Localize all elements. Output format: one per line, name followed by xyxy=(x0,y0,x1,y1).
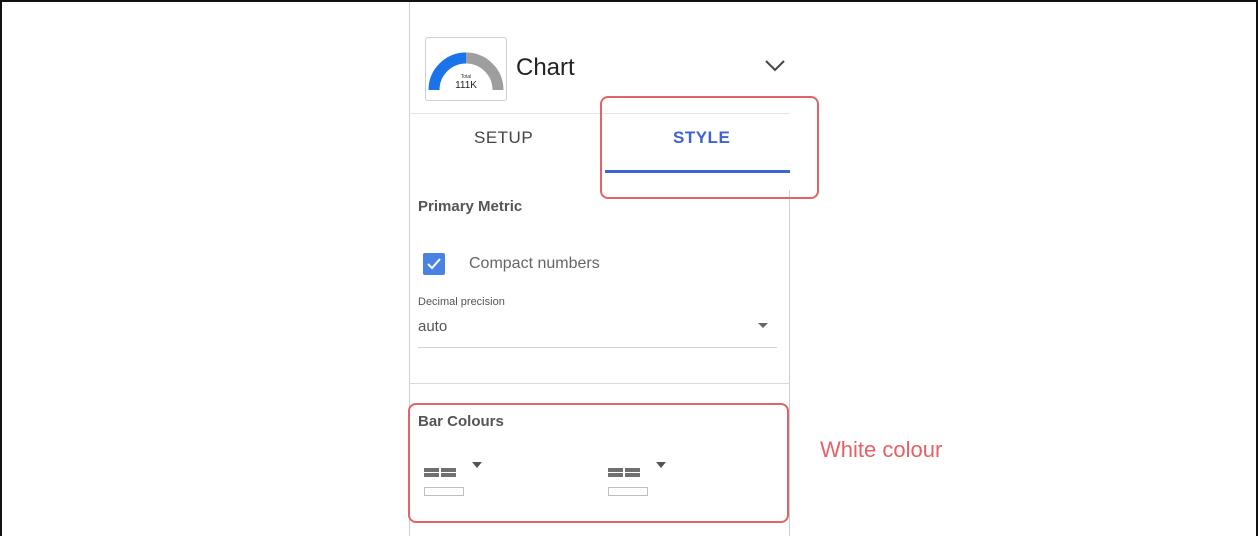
annotation-label: White colour xyxy=(820,437,943,462)
decimal-precision-select[interactable]: auto xyxy=(418,318,447,335)
dropdown-caret-icon[interactable] xyxy=(758,323,768,328)
compact-numbers-checkbox[interactable] xyxy=(423,253,445,275)
select-underline xyxy=(418,347,777,348)
checkmark-icon xyxy=(427,258,441,270)
compact-numbers-label: Compact numbers xyxy=(469,255,600,272)
gauge-icon: Total 111K xyxy=(428,52,504,91)
chevron-down-icon[interactable] xyxy=(762,56,788,74)
gauge-value-label: 111K xyxy=(455,80,477,91)
style-tab-highlight-box xyxy=(600,96,819,199)
bar-colours-highlight-box xyxy=(408,403,789,523)
section-divider xyxy=(409,383,790,384)
panel-right-border xyxy=(789,190,790,536)
chart-type-title: Chart xyxy=(516,54,575,81)
tab-setup[interactable]: SETUP xyxy=(474,128,533,148)
decimal-precision-label: Decimal precision xyxy=(418,296,505,308)
gauge-chart-thumbnail[interactable]: Total 111K xyxy=(425,37,507,101)
primary-metric-heading: Primary Metric xyxy=(418,198,523,215)
